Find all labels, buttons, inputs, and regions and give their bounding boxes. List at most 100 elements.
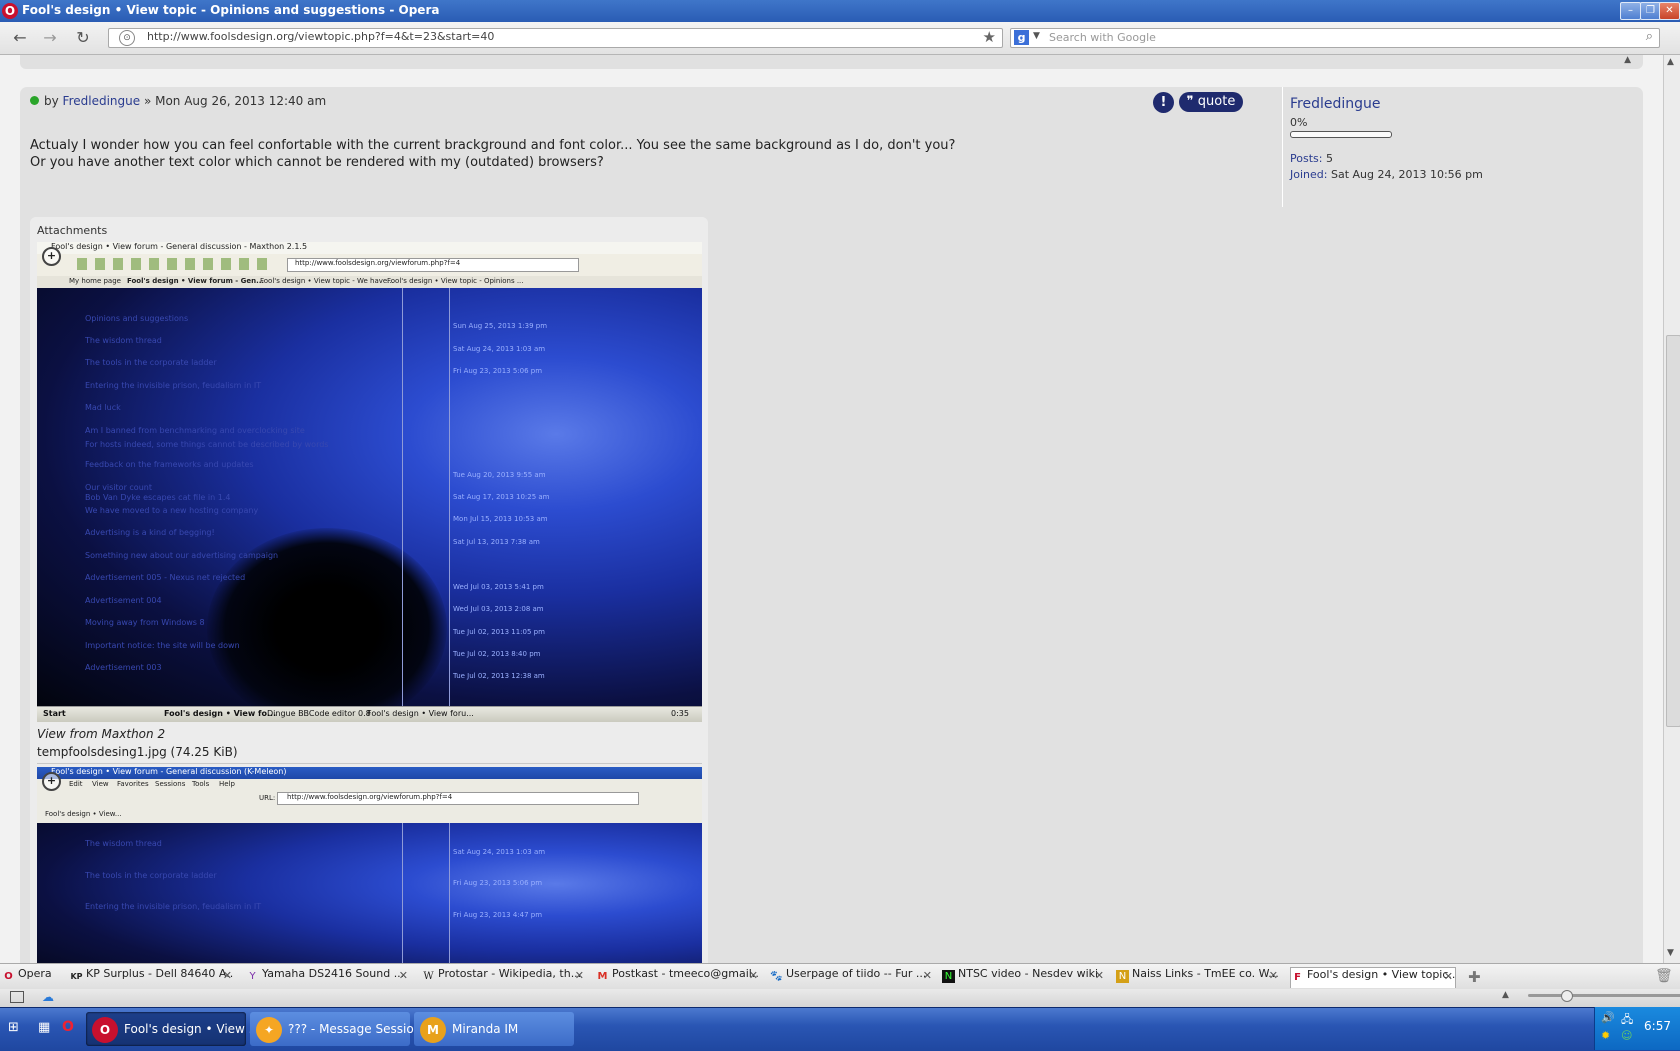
zoom-arrow-icon[interactable]: ▲ <box>1502 990 1509 1000</box>
opera-taskbar-icon: O <box>92 1016 118 1043</box>
close-tab-icon[interactable]: ✕ <box>1444 970 1453 983</box>
url-text[interactable]: http://www.foolsdesign.org/viewtopic.php… <box>147 30 494 43</box>
badge-icon: N <box>1116 970 1129 983</box>
tab-kp-surplus[interactable]: KP KP Surplus - Dell 84640 A... ✕ <box>70 967 234 987</box>
tray-status-icon[interactable]: ☺ <box>1621 1029 1632 1042</box>
browser-tab-bar: O Opera KP KP Surplus - Dell 84640 A... ✕ Y… <box>0 963 1680 991</box>
reload-icon[interactable]: ↻ <box>73 28 93 48</box>
scrollbar-thumb[interactable] <box>1666 335 1680 727</box>
attachment-divider <box>37 763 702 764</box>
opera-icon: O <box>4 971 13 982</box>
opera-logo-icon[interactable]: O <box>2 3 18 19</box>
post-profile: Fredledingue 0% Posts: 5 Joined: Sat Aug… <box>1282 87 1643 207</box>
close-tab-icon[interactable]: ✕ <box>223 969 232 982</box>
new-tab-icon[interactable]: ✚ <box>1468 968 1481 986</box>
scroll-up-icon[interactable]: ▲ <box>1667 57 1674 67</box>
space-background-2: The wisdom thread The tools in the corpo… <box>37 823 702 963</box>
quote-label: quote <box>1197 94 1236 109</box>
profile-posts: Posts: 5 <box>1290 152 1333 165</box>
paw-icon: 🐾 <box>770 971 783 982</box>
tab-fools-design[interactable]: F Fool's design • View topic... ✕ <box>1290 967 1456 988</box>
tab-opera-menu[interactable]: O Opera <box>2 967 66 987</box>
search-placeholder: Search with Google <box>1049 31 1156 44</box>
tab-naiss-links[interactable]: N Naiss Links - TmEE co. W... ✕ <box>1116 967 1280 987</box>
browser-status-bar: ☁ ▲ <box>0 989 1680 1008</box>
tab-tiido-userpage[interactable]: 🐾 Userpage of tiido -- Fur ... ✕ <box>770 967 934 987</box>
zoom-image-icon[interactable]: + <box>42 247 61 266</box>
post-by-label: by <box>44 94 59 108</box>
space-background: Opinions and suggestions The wisdom thre… <box>37 288 702 722</box>
kmeleon-title-bar: Fool's design • View forum - General dis… <box>37 767 702 779</box>
google-search-engine-icon[interactable]: g <box>1014 30 1029 45</box>
forward-icon[interactable]: → <box>40 28 60 48</box>
volume-icon[interactable]: 🔊 <box>1601 1011 1615 1024</box>
close-tab-icon[interactable]: ✕ <box>1095 969 1104 982</box>
quote-button[interactable]: ❞ quote <box>1179 92 1243 112</box>
message-session-icon: ✦ <box>256 1016 282 1043</box>
attachments-box: Attachments Fool's design • View forum -… <box>30 217 708 963</box>
restore-button[interactable]: ❐ <box>1640 2 1661 20</box>
attachment-image-kmeleon[interactable]: Fool's design • View forum - General dis… <box>37 767 702 963</box>
taskbar-clock: 6:57 <box>1644 1019 1671 1033</box>
quicklaunch-opera-icon[interactable]: O <box>62 1019 74 1035</box>
engine-dropdown-icon[interactable]: ▼ <box>1033 31 1040 41</box>
back-to-top-icon[interactable]: ▲ <box>1624 55 1631 65</box>
navigation-bar: ← → ↻ ⊙ http://www.foolsdesign.org/viewt… <box>0 22 1680 55</box>
taskbar-item-message-session[interactable]: ✦??? - Message Session <box>250 1012 421 1046</box>
trash-icon[interactable]: 🗑 <box>1655 968 1673 984</box>
tab-yamaha[interactable]: Y Yamaha DS2416 Sound ... ✕ <box>246 967 410 987</box>
tab-nesdev[interactable]: N NTSC video - Nesdev wiki ✕ <box>942 967 1106 987</box>
post-author-link[interactable]: Fredledingue <box>63 94 141 108</box>
kmeleon-toolbar: Edit View Favorites Sessions Tools Help … <box>37 779 702 824</box>
maxthon-tabs: My home page Fool's design • View forum … <box>37 276 702 288</box>
zoom-slider-knob[interactable] <box>1561 990 1573 1002</box>
profile-joined: Joined: Sat Aug 24, 2013 10:56 pm <box>1290 168 1483 181</box>
page-scrollbar[interactable]: ▲ ▼ <box>1663 55 1680 963</box>
page-content: ▲ by Fredledingue » Mon Aug 26, 2013 12:… <box>0 55 1663 963</box>
maxthon-toolbar: http://www.foolsdesign.org/viewforum.php… <box>37 254 702 277</box>
bookmark-star-icon[interactable]: ★ <box>983 28 996 46</box>
kp-icon: KP <box>70 972 83 981</box>
system-tray: 🔊 🖧 ✹ ☺ 6:57 <box>1594 1007 1680 1050</box>
report-post-button[interactable]: ! <box>1153 92 1174 113</box>
tray-app-icon[interactable]: ✹ <box>1601 1029 1610 1042</box>
close-window-button[interactable]: ✕ <box>1659 2 1680 20</box>
scroll-down-icon[interactable]: ▼ <box>1667 948 1674 958</box>
post-text-line2: Or you have another text color which can… <box>30 155 604 170</box>
window-title-bar: O Fool's design • View topic - Opinions … <box>0 0 1680 22</box>
wikipedia-icon: W <box>423 971 434 982</box>
taskbar-item-miranda[interactable]: M Miranda IM <box>414 1012 574 1046</box>
online-status-icon <box>30 96 39 105</box>
show-desktop-icon[interactable]: ⊞ <box>8 1020 19 1035</box>
quicklaunch-calendar-icon[interactable]: ▦ <box>38 1020 50 1035</box>
attachments-heading: Attachments <box>37 224 108 237</box>
taskbar-item-opera[interactable]: O Fool's design • View ... <box>86 1012 260 1046</box>
network-icon[interactable]: 🖧 <box>1621 1011 1633 1030</box>
zoom-slider-track[interactable] <box>1528 994 1680 997</box>
close-tab-icon[interactable]: ✕ <box>399 969 408 982</box>
search-icon[interactable]: ⌕ <box>1646 29 1653 44</box>
panel-toggle-icon[interactable] <box>10 991 24 1003</box>
minimize-button[interactable]: – <box>1620 2 1641 20</box>
close-tab-icon[interactable]: ✕ <box>923 969 932 982</box>
tab-gmail[interactable]: M Postkast - tmeeco@gmail... ✕ <box>596 967 760 987</box>
post-date: » Mon Aug 26, 2013 12:40 am <box>143 94 327 108</box>
site-info-icon[interactable]: ⊙ <box>119 30 135 46</box>
yamaha-icon: Y <box>249 971 256 982</box>
close-tab-icon[interactable]: ✕ <box>1269 969 1278 982</box>
zoom-image-icon-2[interactable]: + <box>42 772 61 791</box>
rank-progress-bar <box>1290 131 1392 138</box>
attachment-filename[interactable]: tempfoolsdesing1.jpg (74.25 KiB) <box>37 745 238 759</box>
close-tab-icon[interactable]: ✕ <box>749 969 758 982</box>
fools-icon: F <box>1294 972 1301 983</box>
profile-rank: 0% <box>1290 116 1308 129</box>
search-field[interactable]: g ▼ Search with Google ⌕ <box>1010 28 1660 48</box>
attachment-image-maxthon[interactable]: Fool's design • View forum - General dis… <box>37 242 702 722</box>
profile-username-link[interactable]: Fredledingue <box>1290 96 1381 112</box>
address-bar[interactable]: ⊙ http://www.foolsdesign.org/viewtopic.p… <box>108 28 1003 48</box>
cloud-sync-icon[interactable]: ☁ <box>42 990 54 1004</box>
previous-post-footer: ▲ <box>20 55 1643 69</box>
back-icon[interactable]: ← <box>10 28 30 48</box>
close-tab-icon[interactable]: ✕ <box>575 969 584 982</box>
tab-wikipedia[interactable]: W Protostar - Wikipedia, th... ✕ <box>422 967 586 987</box>
